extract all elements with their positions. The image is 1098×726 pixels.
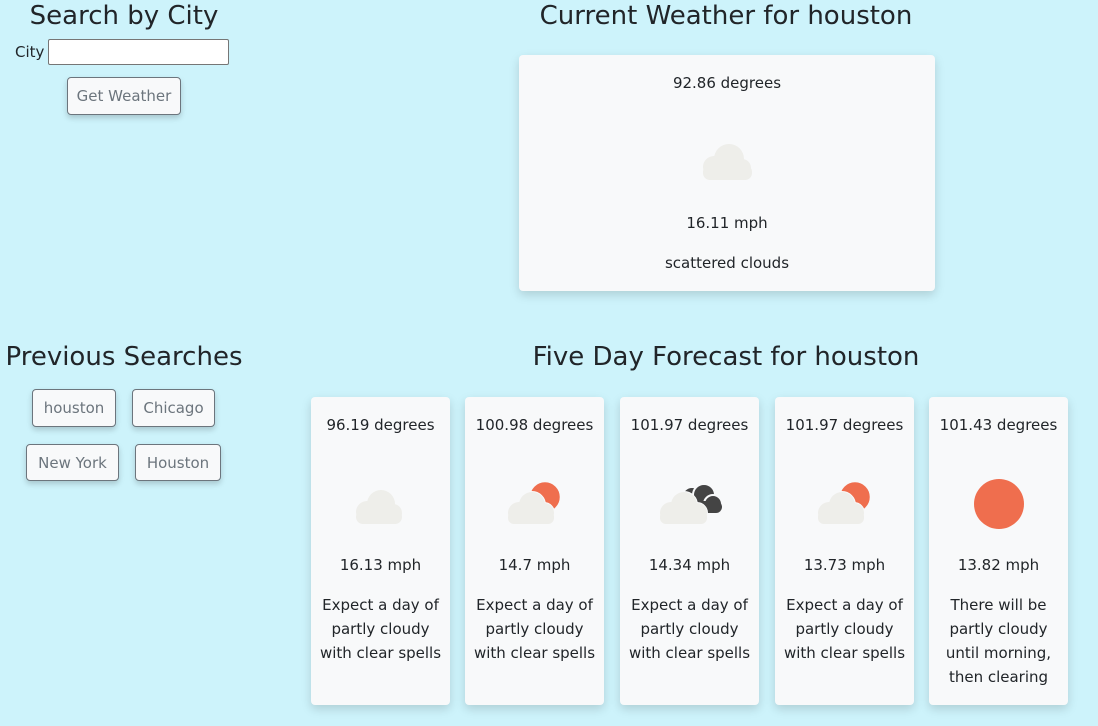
sun-icon	[973, 479, 1024, 529]
forecast-description: Expect a day of partly cloudy with clear…	[628, 596, 751, 662]
city-label: City	[15, 43, 45, 61]
forecast-card: 101.43 degrees 13.82 mph There will be p…	[929, 397, 1068, 705]
forecast-temperature: 101.43 degrees	[939, 416, 1058, 434]
search-title: Search by City	[29, 1, 219, 31]
forecast-temperature: 100.98 degrees	[475, 416, 594, 434]
previous-search-button[interactable]: houston	[32, 389, 116, 427]
get-weather-button[interactable]: Get Weather	[67, 77, 181, 115]
previous-searches-title: Previous Searches	[5, 342, 243, 372]
current-temperature: 92.86 degrees	[672, 74, 782, 92]
previous-search-button[interactable]: New York	[26, 444, 119, 481]
forecast-temperature: 96.19 degrees	[326, 416, 435, 434]
forecast-wind-speed: 14.34 mph	[648, 556, 731, 574]
forecast-title: Five Day Forecast for houston	[532, 342, 920, 372]
forecast-description: There will be partly cloudy until mornin…	[945, 596, 1052, 686]
partly-cloudy-icon	[506, 479, 562, 525]
city-input[interactable]	[48, 39, 230, 65]
partly-cloudy-icon	[816, 479, 872, 525]
forecast-wind-speed: 13.73 mph	[803, 556, 886, 574]
current-weather-title: Current Weather for houston	[539, 1, 913, 31]
broken-clouds-icon	[658, 483, 723, 525]
forecast-temperature: 101.97 degrees	[785, 416, 904, 434]
current-wind-speed: 16.11 mph	[686, 214, 768, 232]
forecast-description: Expect a day of partly cloudy with clear…	[783, 596, 906, 662]
forecast-card: 100.98 degrees 14.7 mph Expect a day of …	[465, 397, 604, 705]
forecast-wind-speed: 16.13 mph	[339, 556, 422, 574]
forecast-wind-speed: 13.82 mph	[957, 556, 1040, 574]
current-description: scattered clouds	[664, 254, 790, 272]
previous-search-button[interactable]: Chicago	[132, 389, 215, 427]
forecast-card: 96.19 degrees 16.13 mph Expect a day of …	[311, 397, 450, 705]
forecast-wind-speed: 14.7 mph	[498, 556, 571, 574]
forecast-card: 101.97 degrees 14.34 mph Expect a day of…	[620, 397, 759, 705]
previous-search-button[interactable]: Houston	[135, 444, 221, 481]
forecast-description: Expect a day of partly cloudy with clear…	[319, 596, 442, 662]
cloud-icon	[703, 144, 752, 180]
cloud-icon	[355, 490, 402, 524]
forecast-description: Expect a day of partly cloudy with clear…	[473, 596, 596, 662]
forecast-card: 101.97 degrees 13.73 mph Expect a day of…	[775, 397, 914, 705]
current-weather-card: 92.86 degrees 16.11 mph scattered clouds	[519, 55, 935, 291]
forecast-temperature: 101.97 degrees	[630, 416, 749, 434]
city-row: City	[15, 39, 230, 65]
